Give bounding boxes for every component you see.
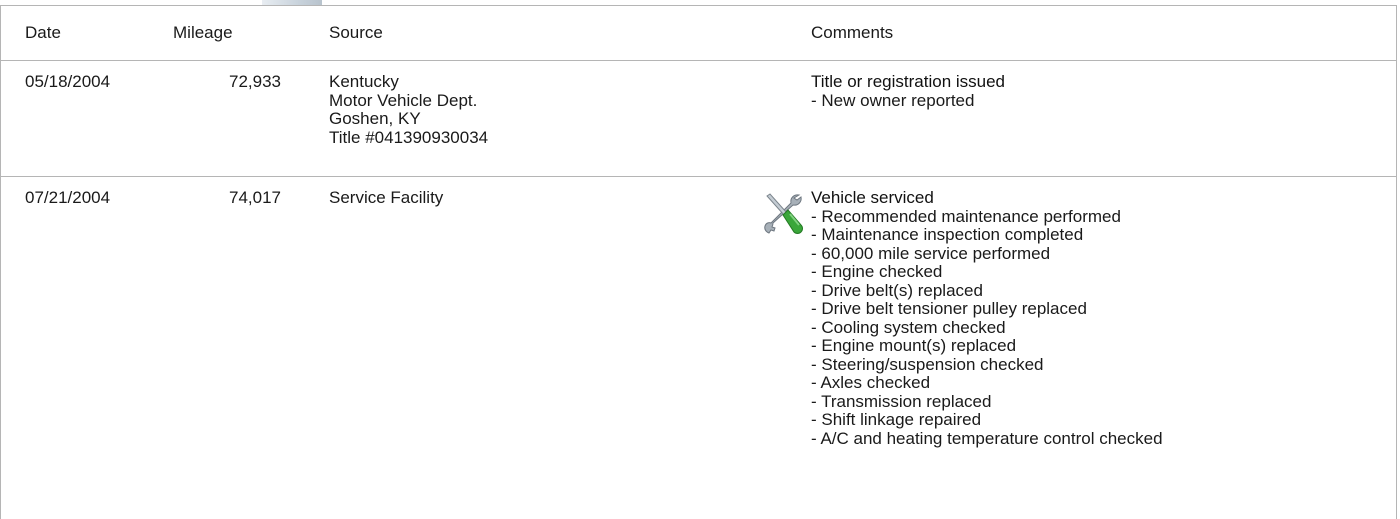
comment-item: - Steering/suspension checked bbox=[811, 354, 1044, 374]
comment-item: - Cooling system checked bbox=[811, 317, 1006, 337]
row-mileage: 74,017 bbox=[229, 188, 281, 207]
row-date: 07/21/2004 bbox=[25, 188, 111, 207]
comment-item: - Maintenance inspection completed bbox=[811, 225, 1084, 244]
comment-item: - Axles checked bbox=[811, 373, 931, 392]
comment-item: - Drive belt tensioner pulley replaced bbox=[811, 299, 1087, 318]
comment-item: - Shift linkage repaired bbox=[811, 410, 982, 429]
comment-item: - Transmission replaced bbox=[811, 391, 992, 411]
header-source: Source bbox=[329, 23, 383, 42]
table-row: 05/18/2004 72,933 Kentucky Motor Vehicle… bbox=[0, 61, 1397, 177]
source-line: Goshen, KY bbox=[329, 109, 421, 128]
table-header: Date Mileage Source Comments bbox=[0, 5, 1397, 61]
source-line: Title #041390930034 bbox=[329, 127, 489, 147]
header-mileage: Mileage bbox=[173, 23, 233, 42]
row-source: Kentucky Motor Vehicle Dept. Goshen, KY … bbox=[329, 72, 489, 147]
source-line: Motor Vehicle Dept. bbox=[329, 90, 478, 110]
comment-item: - Engine checked bbox=[811, 262, 943, 281]
comment-item: - Drive belt(s) replaced bbox=[811, 280, 983, 300]
row-comments: Title or registration issued - New owner… bbox=[811, 72, 1006, 110]
table-row: 07/21/2004 74,017 Service Facility Vehic… bbox=[0, 177, 1397, 519]
comment-item: - Recommended maintenance performed bbox=[811, 206, 1121, 226]
row-mileage: 72,933 bbox=[229, 72, 281, 91]
comment-item: - A/C and heating temperature control ch… bbox=[811, 428, 1163, 448]
header-date: Date bbox=[25, 23, 61, 42]
header-comments: Comments bbox=[811, 23, 894, 42]
comment-title: Title or registration issued bbox=[811, 72, 1006, 91]
source-line: Kentucky bbox=[329, 72, 399, 91]
source-line: Service Facility bbox=[329, 188, 444, 207]
row-comments: Vehicle serviced - Recommended maintenan… bbox=[811, 188, 1163, 448]
comment-item: - New owner reported bbox=[811, 90, 975, 110]
comment-title: Vehicle serviced bbox=[811, 188, 934, 207]
vehicle-history-table: Date Mileage Source Comments 05/18/2004 … bbox=[0, 0, 1400, 519]
row-date: 05/18/2004 bbox=[25, 72, 111, 91]
comment-item: - 60,000 mile service performed bbox=[811, 243, 1051, 263]
comment-item: - Engine mount(s) replaced bbox=[811, 336, 1017, 355]
wrench-screwdriver-icon bbox=[764, 193, 803, 234]
row-source: Service Facility bbox=[329, 188, 444, 208]
